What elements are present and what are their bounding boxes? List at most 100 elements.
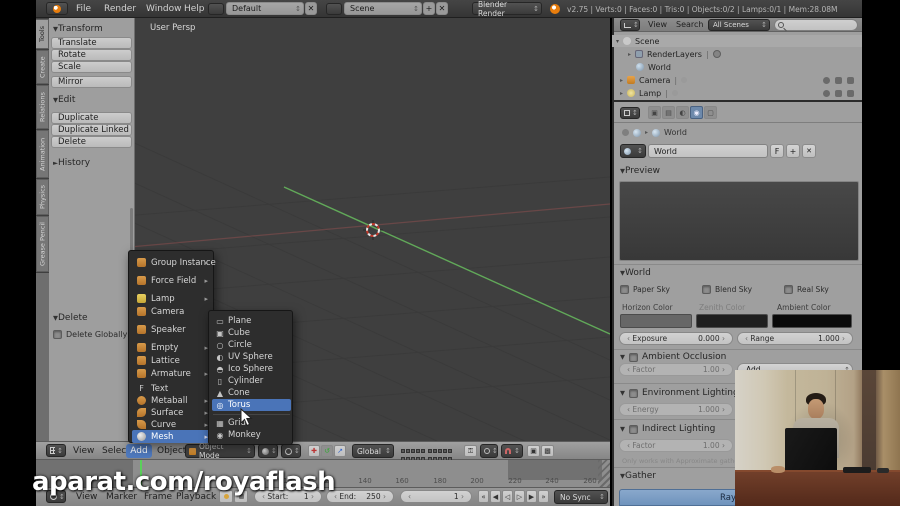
current-frame-field[interactable]: 1 [400, 490, 472, 503]
ao-factor-slider[interactable]: Factor 1.00 [619, 363, 733, 376]
render-opengl-anim-button[interactable]: ▩ [541, 445, 554, 457]
delete-button[interactable]: Delete [51, 136, 132, 148]
menu-render[interactable]: Render [104, 4, 136, 14]
zenith-color-swatch[interactable] [696, 314, 768, 328]
world-browse-button[interactable] [620, 144, 646, 158]
world-name-field[interactable]: World [648, 144, 768, 158]
scene-add-button[interactable]: + [423, 2, 435, 15]
ao-section-row[interactable]: Ambient Occlusion [620, 352, 726, 362]
shelf-tab-create[interactable]: Create [36, 50, 49, 84]
outliner-menu-view[interactable]: View [648, 20, 667, 29]
screen-layout-field[interactable]: Default [226, 2, 304, 15]
menu-help[interactable]: Help [184, 4, 205, 14]
orientation-select[interactable]: Global [352, 444, 394, 458]
outliner-search-field[interactable] [774, 19, 858, 31]
add-item-mesh[interactable]: Mesh ▸ [132, 430, 212, 443]
visibility-eye-icon[interactable] [823, 89, 830, 97]
disclosure-icon[interactable]: ▸ [620, 77, 623, 84]
scene-field[interactable]: Scene [344, 2, 422, 15]
tab-render[interactable]: ▣ [648, 106, 661, 119]
blender-logo-button[interactable] [46, 2, 68, 15]
world-unlink-button[interactable]: ✕ [802, 144, 816, 158]
pin-icon[interactable] [622, 129, 629, 136]
mesh-item-ico-sphere[interactable]: ◓ Ico Sphere [212, 363, 291, 375]
manipulator-rotate-button[interactable]: ↺ [321, 445, 333, 457]
jump-start-button[interactable]: « [478, 490, 489, 503]
renderability-camera-icon[interactable] [847, 89, 854, 97]
next-keyframe-button[interactable]: ▶ [526, 490, 537, 503]
add-item-empty[interactable]: Empty ▸ [132, 341, 212, 354]
renderability-camera-icon[interactable] [847, 76, 854, 84]
mesh-item-plane[interactable]: ▭ Plane [212, 315, 291, 327]
delete-globally-checkbox[interactable] [53, 330, 62, 339]
duplicate-button[interactable]: Duplicate [51, 112, 132, 124]
screen-layout-icon[interactable] [208, 3, 224, 15]
pivot-select[interactable] [281, 444, 301, 458]
mesh-item-cone[interactable]: ▲ Cone [212, 387, 291, 399]
range-slider[interactable]: Range 1.000 [737, 332, 853, 345]
indirect-factor-slider[interactable]: Factor 1.00 [619, 439, 733, 452]
blend-sky-checkbox[interactable] [702, 285, 711, 294]
env-energy-slider[interactable]: Energy 1.000 [619, 403, 733, 416]
translate-button[interactable]: Translate [51, 37, 132, 49]
shelf-tab-tools[interactable]: Tools [36, 19, 49, 49]
outliner-row-renderlayers[interactable]: ▸ RenderLayers | [612, 48, 862, 60]
sync-mode-select[interactable]: No Sync [554, 490, 608, 504]
add-item-armature[interactable]: Armature ▸ [132, 367, 212, 380]
outliner-menu-search[interactable]: Search [676, 20, 703, 29]
jump-end-button[interactable]: » [538, 490, 549, 503]
mesh-item-cube[interactable]: ▣ Cube [212, 327, 291, 339]
view3d-menu-object[interactable]: Object [157, 446, 186, 456]
rotate-button[interactable]: Rotate [51, 49, 132, 61]
render-opengl-button[interactable]: ▣ [527, 445, 540, 457]
outliner-display-select[interactable]: All Scenes [708, 19, 770, 31]
shelf-tab-animation[interactable]: Animation [36, 130, 49, 178]
resize-grip[interactable] [598, 460, 610, 487]
outliner-row-camera[interactable]: ▸ Camera | [612, 74, 862, 86]
preview-section-header[interactable]: Preview [620, 166, 660, 176]
properties-editor-type-button[interactable] [620, 107, 640, 119]
add-item-lamp[interactable]: Lamp ▸ [132, 292, 212, 305]
add-item-lattice[interactable]: Lattice [132, 354, 212, 367]
outliner-row-world[interactable]: World [612, 61, 862, 73]
add-item-force-field[interactable]: Force Field ▸ [132, 274, 212, 287]
menu-window[interactable]: Window [146, 4, 182, 14]
menu-file[interactable]: File [76, 4, 91, 14]
real-sky-checkbox[interactable] [784, 285, 793, 294]
manipulator-scale-button[interactable]: ↗ [334, 445, 346, 457]
tab-scene[interactable]: ◐ [676, 106, 689, 119]
scene-browse-icon[interactable] [326, 3, 342, 15]
render-engine-select[interactable]: Blender Render [472, 0, 542, 18]
selectability-cursor-icon[interactable] [835, 76, 842, 84]
env-section-row[interactable]: Environment Lighting [620, 388, 739, 398]
duplicate-linked-button[interactable]: Duplicate Linked [51, 124, 132, 136]
tab-render-layers[interactable]: ▤ [662, 106, 675, 119]
shelf-tab-relations[interactable]: Relations [36, 85, 49, 129]
paper-sky-toggle[interactable]: Paper Sky [620, 285, 670, 294]
play-reverse-button[interactable]: ◁ [502, 490, 513, 503]
mode-select[interactable]: Object Mode [185, 442, 255, 460]
render-restrict-icon[interactable] [712, 50, 721, 58]
scene-unlink-button[interactable]: ✕ [436, 2, 448, 15]
frame-end-field[interactable]: End: 250 [326, 490, 394, 503]
horizon-color-swatch[interactable] [620, 314, 692, 328]
add-item-camera[interactable]: Camera [132, 305, 212, 318]
scale-button[interactable]: Scale [51, 61, 132, 73]
ambient-color-swatch[interactable] [772, 314, 852, 328]
mirror-button[interactable]: Mirror [51, 76, 132, 88]
outliner-row-lamp[interactable]: ▸ Lamp | [612, 87, 862, 99]
tab-world[interactable]: ◉ [690, 106, 703, 119]
mesh-item-cylinder[interactable]: ▯ Cylinder [212, 375, 291, 387]
edit-panel-header[interactable]: Edit [53, 95, 75, 105]
delete-operator-header[interactable]: Delete [53, 313, 88, 323]
mesh-item-circle[interactable]: ○ Circle [212, 339, 291, 351]
proportional-edit-select[interactable] [480, 444, 498, 458]
screen-layout-unlink-button[interactable]: ✕ [305, 2, 317, 15]
layers-grid[interactable] [400, 445, 460, 461]
indirect-checkbox[interactable] [629, 424, 638, 434]
fake-user-button[interactable]: F [770, 144, 784, 158]
shelf-tab-physics[interactable]: Physics [36, 179, 49, 215]
tab-object[interactable]: ▢ [704, 106, 717, 119]
blend-sky-toggle[interactable]: Blend Sky [702, 285, 752, 294]
outliner-editor-type-button[interactable] [620, 19, 640, 31]
